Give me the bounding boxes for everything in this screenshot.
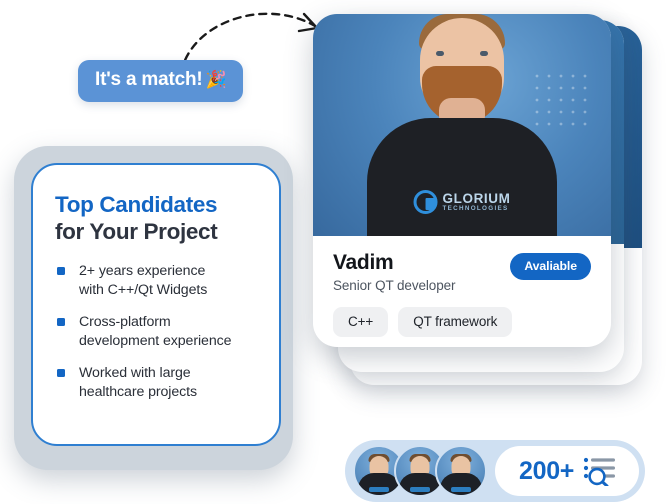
list-item-line: Worked with large — [79, 364, 191, 381]
candidate-role: Senior QT developer — [333, 278, 456, 293]
avatar-body — [440, 473, 482, 495]
skill-tag[interactable]: C++ — [333, 307, 389, 337]
panel-title-line1: Top Candidates — [55, 192, 218, 217]
list-item: Worked with large healthcare projects — [57, 364, 257, 402]
match-bubble: It's a match! 🎉 — [78, 60, 244, 102]
bullet-square-icon — [57, 267, 65, 276]
list-search-icon[interactable] — [583, 456, 617, 486]
avatar[interactable] — [435, 445, 487, 497]
count-container: 200+ — [495, 446, 639, 496]
top-candidates-panel: Top Candidates for Your Project 2+ years… — [31, 163, 281, 446]
status-badge[interactable]: Avaliable — [510, 253, 591, 280]
portrait-eye — [436, 51, 444, 56]
list-item: Cross-platform development experience — [57, 313, 257, 351]
list-item-line: healthcare projects — [79, 383, 197, 400]
illustration-canvas: It's a match! 🎉 Top Candidates for Your P… — [0, 0, 670, 504]
bullet-square-icon — [57, 318, 65, 327]
list-item-line: 2+ years experience — [79, 263, 206, 280]
candidate-photo: GLORIUM TECHNOLOGIES — [313, 14, 611, 236]
skill-tag[interactable]: QT framework — [398, 307, 513, 337]
list-item-line: with C++/Qt Widgets — [79, 282, 208, 299]
portrait-tshirt — [367, 118, 557, 236]
match-bubble-text: It's a match! — [95, 69, 203, 90]
list-item: 2+ years experience with C++/Qt Widgets — [57, 262, 257, 300]
glorium-mark-icon — [413, 190, 438, 214]
party-popper-icon: 🎉 — [205, 70, 227, 89]
glorium-logo-sub: TECHNOLOGIES — [442, 205, 509, 213]
candidate-portrait: GLORIUM TECHNOLOGIES — [313, 14, 611, 236]
glorium-logo-main: GLORIUM — [442, 190, 511, 206]
glorium-logo: GLORIUM TECHNOLOGIES — [413, 190, 511, 214]
avatar-shirt-logo — [369, 487, 389, 492]
panel-title-line2: for Your Project — [55, 219, 218, 245]
list-item-line: Cross-platform — [79, 314, 171, 331]
candidates-count-pill[interactable]: 200+ — [345, 440, 645, 502]
candidate-card-front[interactable]: GLORIUM TECHNOLOGIES Avaliable Vadim Sen… — [313, 14, 611, 347]
list-item-line: development experience — [79, 333, 232, 350]
portrait-eye — [480, 51, 488, 56]
skill-tag-row: C++ QT framework — [333, 307, 591, 337]
candidate-info: Avaliable Vadim Senior QT developer C++ … — [313, 236, 611, 337]
avatar-shirt-logo — [410, 487, 430, 492]
avatar-group — [351, 445, 487, 497]
avatar-shirt-logo — [451, 487, 471, 492]
bullet-square-icon — [57, 368, 65, 377]
page-title: Top Candidates for Your Project — [55, 191, 257, 245]
candidates-count: 200+ — [519, 456, 575, 485]
requirements-list: 2+ years experience with C++/Qt Widgets … — [55, 262, 257, 401]
